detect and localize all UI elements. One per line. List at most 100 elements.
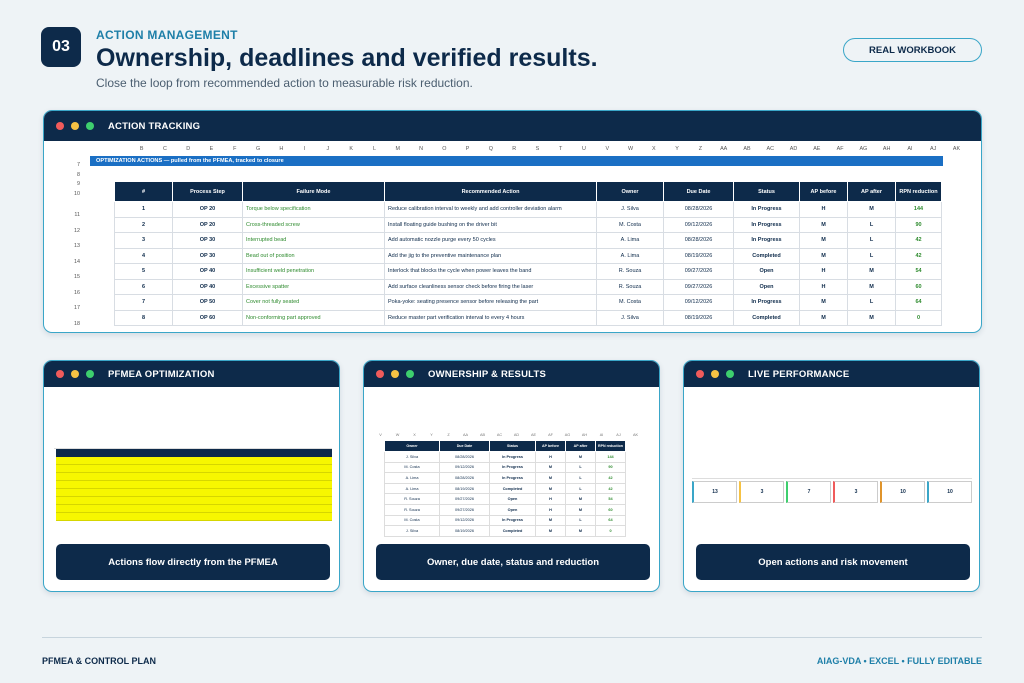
table-cell: M	[847, 278, 896, 295]
column-header: AP before	[799, 181, 848, 202]
column-letter: AI	[599, 433, 604, 437]
table-cell: Cross-threaded screw	[242, 216, 385, 233]
table-cell: 6	[114, 278, 173, 295]
column-letter: P	[465, 145, 470, 152]
maximize-dot-icon[interactable]	[86, 122, 94, 130]
column-letter: AH	[882, 145, 891, 152]
table-cell: M. Costa	[384, 461, 440, 474]
column-letter: AF	[548, 433, 553, 437]
table-row: 2 OP 20 Cross-threaded screw Install floati…	[114, 216, 942, 233]
table-cell: 08/19/2026	[439, 482, 490, 495]
table-row: J. Silva 08/28/2026 In Progress H M 144	[384, 451, 626, 463]
table-cell: 08/19/2026	[663, 309, 734, 326]
column-letter: AA	[462, 433, 469, 437]
table-cell: M	[799, 216, 848, 233]
table-cell: J. Silva	[596, 201, 664, 218]
minimize-dot-icon[interactable]	[71, 370, 79, 378]
highlighted-row	[56, 481, 332, 489]
table-cell: Insufficient weld penetration	[242, 263, 385, 280]
highlighted-row	[56, 457, 332, 465]
table-cell: M. Costa	[596, 216, 664, 233]
table-cell: J. Silva	[384, 525, 440, 537]
column-letter: N	[419, 145, 423, 152]
column-letter: AE	[813, 145, 821, 152]
table-cell: 5	[114, 263, 173, 280]
table-cell: M. Costa	[596, 294, 664, 311]
close-dot-icon[interactable]	[376, 370, 384, 378]
banner-row: OPTIMIZATION ACTIONS — pulled from the P…	[90, 156, 943, 166]
highlighted-row	[56, 497, 332, 505]
close-dot-icon[interactable]	[696, 370, 704, 378]
maximize-dot-icon[interactable]	[86, 370, 94, 378]
row-number: 17	[74, 305, 80, 311]
table-cell: L	[565, 514, 596, 527]
table-cell: M	[799, 309, 848, 326]
column-letter: AH	[581, 433, 588, 437]
table-row: R. Souza 09/27/2026 Open H M 54	[384, 493, 626, 505]
window-title: ACTION TRACKING	[108, 120, 201, 132]
table-cell: Completed	[489, 482, 536, 495]
minimize-dot-icon[interactable]	[711, 370, 719, 378]
column-letter: Z	[698, 145, 703, 152]
table-cell: Completed	[489, 525, 536, 537]
table-cell: 54	[895, 263, 942, 280]
table-cell: OP 30	[172, 247, 243, 264]
close-dot-icon[interactable]	[56, 370, 64, 378]
table-cell: M	[535, 472, 566, 484]
table-cell: Torque below specification	[242, 201, 385, 218]
table-cell: Poka-yoke: seating presence sensor befor…	[384, 294, 597, 311]
close-dot-icon[interactable]	[56, 122, 64, 130]
real-workbook-pill[interactable]: REAL WORKBOOK	[843, 38, 982, 62]
table-cell: In Progress	[489, 451, 536, 463]
column-letter: K	[349, 145, 353, 152]
column-letter: I	[303, 145, 306, 152]
window-titlebar: LIVE PERFORMANCE	[684, 361, 979, 387]
column-header: Process Step	[172, 181, 243, 202]
column-letter: AE	[530, 433, 537, 437]
action-tracking-window: ACTION TRACKING BCDEFGHIJKLMNOPQRSTUVWXY…	[43, 110, 982, 333]
table-cell: Add automatic nozzle purge every 50 cycl…	[384, 232, 597, 249]
table-cell: 60	[895, 278, 942, 295]
footer-left: PFMEA & CONTROL PLAN	[42, 656, 156, 666]
maximize-dot-icon[interactable]	[726, 370, 734, 378]
column-letter: L	[372, 145, 376, 152]
maximize-dot-icon[interactable]	[406, 370, 414, 378]
column-letter: AC	[496, 433, 503, 437]
table-cell: Completed	[733, 247, 800, 264]
row-number: 7	[77, 162, 80, 168]
column-letter: AC	[766, 145, 774, 152]
column-letter: M	[395, 145, 400, 152]
table-cell: 09/12/2026	[663, 216, 734, 233]
table-row: A. Lima 08/19/2026 Completed M L 42	[384, 482, 626, 495]
column-letter: AB	[743, 145, 751, 152]
minimize-dot-icon[interactable]	[391, 370, 399, 378]
table-cell: In Progress	[489, 472, 536, 484]
pfmea-preview	[54, 443, 332, 533]
table-cell: M	[565, 451, 596, 463]
column-letter: C	[162, 145, 167, 152]
table-cell: Install floating guide bushing on the dr…	[384, 216, 597, 233]
table-cell: 7	[114, 294, 173, 311]
kpi-tile: 3	[833, 481, 878, 503]
table-cell: L	[565, 461, 596, 474]
table-cell: M	[799, 247, 848, 264]
table-cell: Completed	[733, 309, 800, 326]
row-number: 11	[74, 212, 80, 218]
table-cell: 09/12/2026	[439, 514, 490, 527]
table-cell: 08/19/2026	[663, 247, 734, 264]
highlighted-row	[56, 489, 332, 497]
table-cell: Excessive spatter	[242, 278, 385, 295]
minimize-dot-icon[interactable]	[71, 122, 79, 130]
table-cell: Open	[489, 503, 536, 516]
column-letter: AK	[632, 433, 639, 437]
column-letter: G	[255, 145, 261, 152]
table-cell: M	[565, 493, 596, 505]
table-row: M. Costa 09/12/2026 In Progress M L 90	[384, 461, 626, 474]
table-row: A. Lima 08/28/2026 In Progress M L 42	[384, 472, 626, 484]
table-cell: Reduce calibration interval to weekly an…	[384, 201, 597, 218]
column-letter: R	[512, 145, 517, 152]
column-letter: AD	[789, 145, 798, 152]
live-preview: 13 3 7 3 10 10	[692, 475, 972, 505]
section-kicker: ACTION MANAGEMENT	[96, 28, 238, 42]
table-cell: Bead out of position	[242, 247, 385, 264]
